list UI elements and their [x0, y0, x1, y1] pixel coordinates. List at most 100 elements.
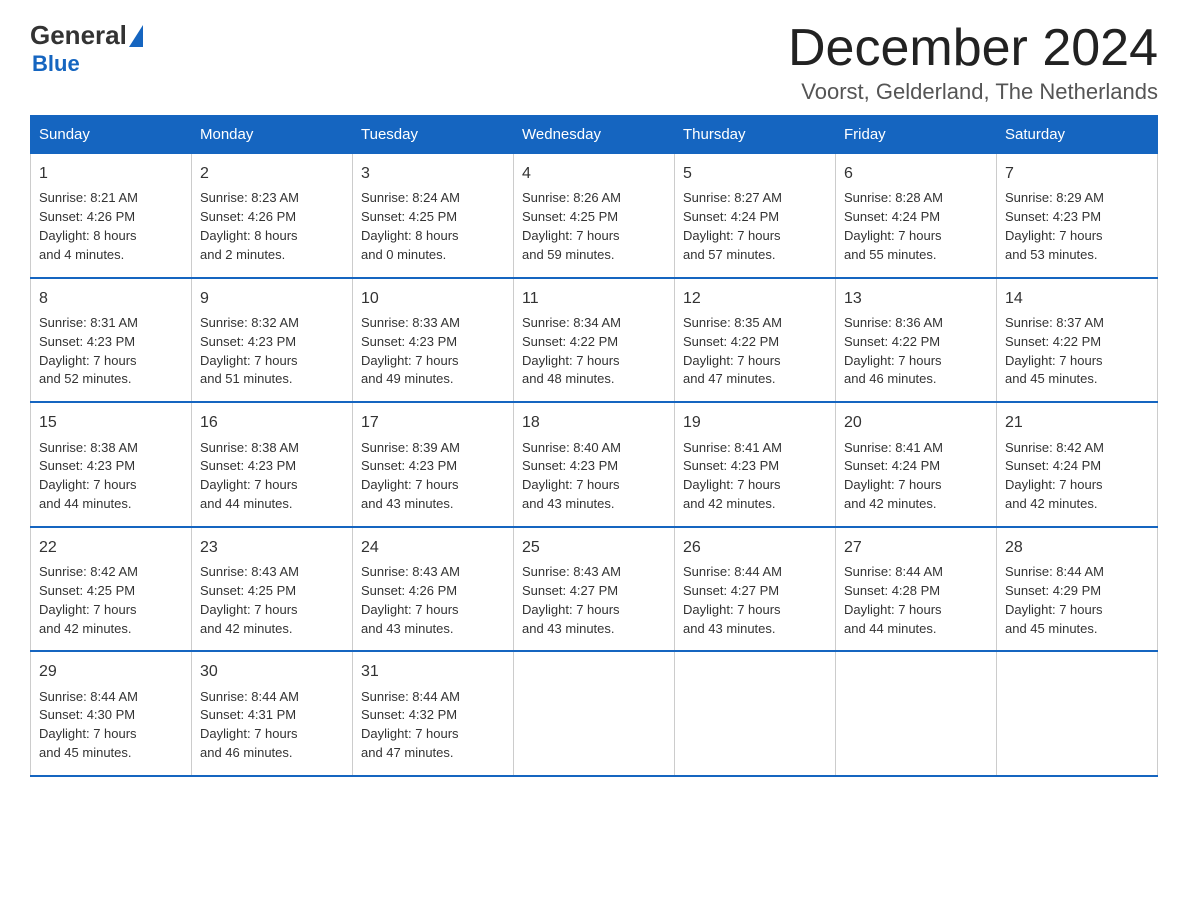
day-info: Sunrise: 8:38 AMSunset: 4:23 PMDaylight:…	[200, 439, 344, 514]
week-row-3: 15 Sunrise: 8:38 AMSunset: 4:23 PMDayligh…	[31, 402, 1158, 527]
logo: General Blue	[30, 20, 143, 77]
day-info: Sunrise: 8:41 AMSunset: 4:24 PMDaylight:…	[844, 439, 988, 514]
week-row-4: 22Sunrise: 8:42 AMSunset: 4:25 PMDayligh…	[31, 527, 1158, 652]
col-header-friday: Friday	[836, 116, 997, 154]
day-info: Sunrise: 8:44 AMSunset: 4:30 PMDaylight:…	[39, 688, 183, 763]
calendar-cell: 26Sunrise: 8:44 AMSunset: 4:27 PMDayligh…	[675, 527, 836, 652]
col-header-sunday: Sunday	[31, 116, 192, 154]
calendar-cell: 30 Sunrise: 8:44 AMSunset: 4:31 PMDayligh…	[192, 651, 353, 776]
day-info: Sunrise: 8:29 AMSunset: 4:23 PMDaylight:…	[1005, 189, 1149, 264]
day-info: Sunrise: 8:41 AMSunset: 4:23 PMDaylight:…	[683, 439, 827, 514]
page-header: General Blue December 2024 Voorst, Gelde…	[30, 20, 1158, 105]
calendar-cell: 9Sunrise: 8:32 AMSunset: 4:23 PMDaylight…	[192, 278, 353, 403]
month-year-title: December 2024	[788, 20, 1158, 77]
day-number: 19	[683, 411, 827, 434]
day-info: Sunrise: 8:23 AMSunset: 4:26 PMDaylight:…	[200, 189, 344, 264]
day-number: 24	[361, 536, 505, 559]
day-info: Sunrise: 8:38 AMSunset: 4:23 PMDaylight:…	[39, 439, 183, 514]
day-number: 26	[683, 536, 827, 559]
title-block: December 2024 Voorst, Gelderland, The Ne…	[788, 20, 1158, 105]
day-number: 11	[522, 287, 666, 310]
day-number: 28	[1005, 536, 1149, 559]
calendar-cell: 12 Sunrise: 8:35 AMSunset: 4:22 PMDayligh…	[675, 278, 836, 403]
calendar-cell	[836, 651, 997, 776]
day-number: 6	[844, 162, 988, 185]
col-header-monday: Monday	[192, 116, 353, 154]
day-info: Sunrise: 8:37 AMSunset: 4:22 PMDaylight:…	[1005, 314, 1149, 389]
day-number: 15	[39, 411, 183, 434]
day-info: Sunrise: 8:32 AMSunset: 4:23 PMDaylight:…	[200, 314, 344, 389]
day-info: Sunrise: 8:42 AMSunset: 4:25 PMDaylight:…	[39, 563, 183, 638]
day-number: 13	[844, 287, 988, 310]
calendar-cell: 2 Sunrise: 8:23 AMSunset: 4:26 PMDaylight…	[192, 154, 353, 278]
calendar-cell: 20 Sunrise: 8:41 AMSunset: 4:24 PMDayligh…	[836, 402, 997, 527]
day-number: 14	[1005, 287, 1149, 310]
calendar-table: SundayMondayTuesdayWednesdayThursdayFrid…	[30, 115, 1158, 777]
calendar-cell: 21 Sunrise: 8:42 AMSunset: 4:24 PMDayligh…	[997, 402, 1158, 527]
logo-general: General	[30, 20, 127, 51]
col-header-thursday: Thursday	[675, 116, 836, 154]
day-number: 2	[200, 162, 344, 185]
day-number: 20	[844, 411, 988, 434]
day-info: Sunrise: 8:43 AMSunset: 4:25 PMDaylight:…	[200, 563, 344, 638]
day-info: Sunrise: 8:24 AMSunset: 4:25 PMDaylight:…	[361, 189, 505, 264]
day-info: Sunrise: 8:43 AMSunset: 4:27 PMDaylight:…	[522, 563, 666, 638]
day-number: 31	[361, 660, 505, 683]
calendar-cell: 11Sunrise: 8:34 AMSunset: 4:22 PMDayligh…	[514, 278, 675, 403]
day-number: 29	[39, 660, 183, 683]
day-number: 1	[39, 162, 183, 185]
day-info: Sunrise: 8:36 AMSunset: 4:22 PMDaylight:…	[844, 314, 988, 389]
logo-blue: Blue	[32, 51, 143, 77]
day-info: Sunrise: 8:28 AMSunset: 4:24 PMDaylight:…	[844, 189, 988, 264]
calendar-cell	[514, 651, 675, 776]
day-number: 7	[1005, 162, 1149, 185]
day-number: 12	[683, 287, 827, 310]
day-number: 4	[522, 162, 666, 185]
day-number: 23	[200, 536, 344, 559]
calendar-cell: 22Sunrise: 8:42 AMSunset: 4:25 PMDayligh…	[31, 527, 192, 652]
location-subtitle: Voorst, Gelderland, The Netherlands	[788, 79, 1158, 105]
day-info: Sunrise: 8:39 AMSunset: 4:23 PMDaylight:…	[361, 439, 505, 514]
col-header-tuesday: Tuesday	[353, 116, 514, 154]
day-number: 8	[39, 287, 183, 310]
day-number: 16	[200, 411, 344, 434]
day-number: 10	[361, 287, 505, 310]
calendar-cell: 25 Sunrise: 8:43 AMSunset: 4:27 PMDayligh…	[514, 527, 675, 652]
calendar-cell: 17 Sunrise: 8:39 AMSunset: 4:23 PMDayligh…	[353, 402, 514, 527]
week-row-2: 8 Sunrise: 8:31 AMSunset: 4:23 PMDaylight…	[31, 278, 1158, 403]
day-number: 21	[1005, 411, 1149, 434]
calendar-cell: 8 Sunrise: 8:31 AMSunset: 4:23 PMDaylight…	[31, 278, 192, 403]
col-header-wednesday: Wednesday	[514, 116, 675, 154]
day-info: Sunrise: 8:43 AMSunset: 4:26 PMDaylight:…	[361, 563, 505, 638]
day-number: 25	[522, 536, 666, 559]
day-info: Sunrise: 8:42 AMSunset: 4:24 PMDaylight:…	[1005, 439, 1149, 514]
calendar-cell: 6 Sunrise: 8:28 AMSunset: 4:24 PMDaylight…	[836, 154, 997, 278]
calendar-cell: 18Sunrise: 8:40 AMSunset: 4:23 PMDayligh…	[514, 402, 675, 527]
calendar-cell	[997, 651, 1158, 776]
calendar-cell: 28Sunrise: 8:44 AMSunset: 4:29 PMDayligh…	[997, 527, 1158, 652]
calendar-cell: 15 Sunrise: 8:38 AMSunset: 4:23 PMDayligh…	[31, 402, 192, 527]
day-info: Sunrise: 8:31 AMSunset: 4:23 PMDaylight:…	[39, 314, 183, 389]
logo-triangle-icon	[129, 25, 143, 47]
day-info: Sunrise: 8:44 AMSunset: 4:31 PMDaylight:…	[200, 688, 344, 763]
calendar-cell: 7 Sunrise: 8:29 AMSunset: 4:23 PMDaylight…	[997, 154, 1158, 278]
calendar-cell	[675, 651, 836, 776]
day-info: Sunrise: 8:26 AMSunset: 4:25 PMDaylight:…	[522, 189, 666, 264]
calendar-cell: 4 Sunrise: 8:26 AMSunset: 4:25 PMDaylight…	[514, 154, 675, 278]
calendar-cell: 5Sunrise: 8:27 AMSunset: 4:24 PMDaylight…	[675, 154, 836, 278]
calendar-cell: 27Sunrise: 8:44 AMSunset: 4:28 PMDayligh…	[836, 527, 997, 652]
week-row-1: 1Sunrise: 8:21 AMSunset: 4:26 PMDaylight…	[31, 154, 1158, 278]
week-row-5: 29 Sunrise: 8:44 AMSunset: 4:30 PMDayligh…	[31, 651, 1158, 776]
day-number: 17	[361, 411, 505, 434]
calendar-cell: 3 Sunrise: 8:24 AMSunset: 4:25 PMDaylight…	[353, 154, 514, 278]
calendar-header-row: SundayMondayTuesdayWednesdayThursdayFrid…	[31, 116, 1158, 154]
calendar-cell: 29 Sunrise: 8:44 AMSunset: 4:30 PMDayligh…	[31, 651, 192, 776]
day-number: 30	[200, 660, 344, 683]
calendar-cell: 31Sunrise: 8:44 AMSunset: 4:32 PMDayligh…	[353, 651, 514, 776]
day-info: Sunrise: 8:35 AMSunset: 4:22 PMDaylight:…	[683, 314, 827, 389]
calendar-cell: 10Sunrise: 8:33 AMSunset: 4:23 PMDayligh…	[353, 278, 514, 403]
col-header-saturday: Saturday	[997, 116, 1158, 154]
day-number: 3	[361, 162, 505, 185]
calendar-cell: 13 Sunrise: 8:36 AMSunset: 4:22 PMDayligh…	[836, 278, 997, 403]
calendar-cell: 23 Sunrise: 8:43 AMSunset: 4:25 PMDayligh…	[192, 527, 353, 652]
